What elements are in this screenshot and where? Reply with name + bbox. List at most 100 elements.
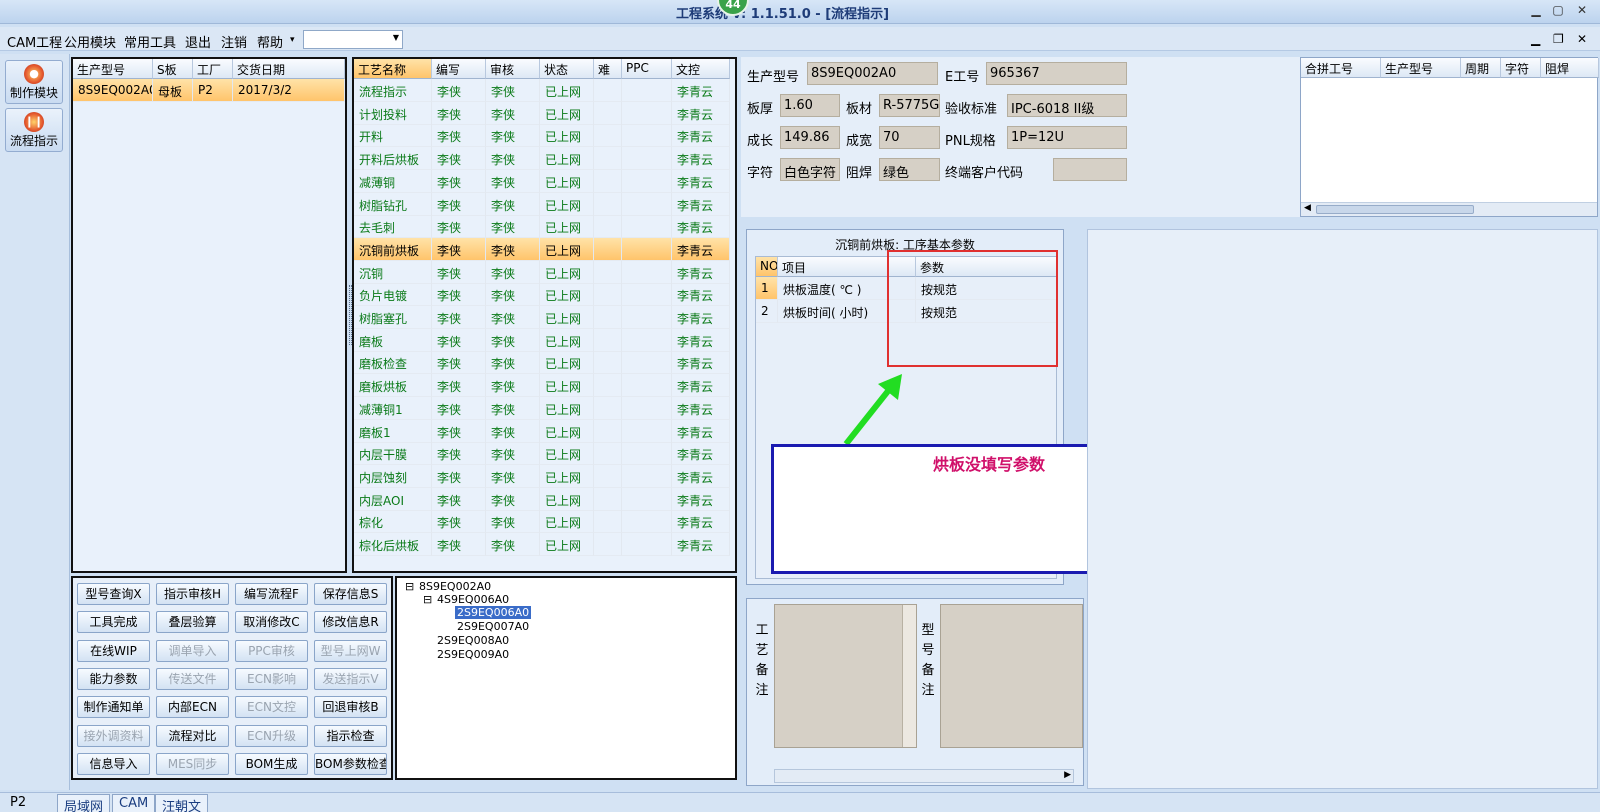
action-button-1-1[interactable]: 叠层验算 [156,611,229,634]
proc-cell-ppc[interactable] [622,101,672,125]
proc-cell-proc-name[interactable]: 沉铜前烘板 [354,237,432,261]
action-button-4-1[interactable]: 内部ECN [156,696,229,719]
action-button-2-0[interactable]: 在线WIP [77,639,150,662]
proc-cell-reviewer[interactable]: 李侠 [486,147,540,171]
proc-cell-reviewer[interactable]: 李侠 [486,351,540,375]
proc-cell-status[interactable]: 已上网 [540,351,594,375]
proc-cell-reviewer[interactable]: 李侠 [486,442,540,466]
proc-cell-status[interactable]: 已上网 [540,533,594,556]
proc-cell-ppc[interactable] [622,169,672,193]
tree-node[interactable]: 2S9EQ007A0 [457,620,529,633]
proc-cell-writer[interactable]: 李侠 [432,419,486,443]
proc-cell-ppc[interactable] [622,215,672,239]
proc-cell-difficulty[interactable] [594,328,622,352]
field-pnl[interactable]: 1P=12U [1007,126,1127,149]
proc-cell-ppc[interactable] [622,328,672,352]
proc-cell-reviewer[interactable]: 李侠 [486,101,540,125]
proc-cell-ppc[interactable] [622,396,672,420]
menu-combo-box[interactable]: ▼ [303,30,403,49]
proc-cell-status[interactable]: 已上网 [540,124,594,148]
proc-cell-doc-control[interactable]: 李青云 [672,192,730,216]
col-header-no[interactable]: NO [756,257,778,277]
menu-overflow-icon[interactable]: ▾ [290,35,295,45]
proc-cell-status[interactable]: 已上网 [540,306,594,329]
action-button-0-3[interactable]: 保存信息S [314,583,387,605]
field-material[interactable]: R-5775G [879,94,940,117]
proc-cell-ppc[interactable] [622,124,672,148]
proc-cell-doc-control[interactable]: 李青云 [672,328,730,352]
proc-cell-proc-name[interactable]: 减薄铜1 [354,396,432,420]
proc-cell-writer[interactable]: 李侠 [432,374,486,398]
tab-lan[interactable]: 局域网 [57,794,111,812]
proc-cell-writer[interactable]: 李侠 [432,510,486,534]
action-button-6-2[interactable]: BOM生成 [235,752,308,775]
field-model[interactable]: 8S9EQ002A0 [807,62,938,85]
col-header-proc-name[interactable]: 工艺名称 [354,59,432,79]
horizontal-scrollbar[interactable]: ◀ [1301,202,1597,216]
proc-cell-difficulty[interactable] [594,79,622,102]
proc-cell-ppc[interactable] [622,487,672,511]
proc-cell-difficulty[interactable] [594,147,622,171]
tab-user[interactable]: 汪朝文 [155,794,209,812]
proc-cell-difficulty[interactable] [594,192,622,216]
action-button-4-2[interactable]: ECN文控 [235,696,308,719]
proc-cell-reviewer[interactable]: 李侠 [486,79,540,102]
proc-cell-writer[interactable]: 李侠 [432,351,486,375]
menu-exit[interactable]: 退出 [185,32,211,51]
proc-cell-writer[interactable]: 李侠 [432,396,486,420]
maximize-icon[interactable]: ▢ [1550,3,1566,17]
proc-cell-ppc[interactable] [622,306,672,329]
proc-cell-reviewer[interactable]: 李侠 [486,306,540,329]
proc-cell-writer[interactable]: 李侠 [432,79,486,102]
job-grid[interactable]: 生产型号 S板 工厂 交货日期 8S9EQ002A0 母板 P2 2017/3/… [71,57,347,573]
proc-cell-writer[interactable]: 李侠 [432,147,486,171]
action-button-5-0[interactable]: 接外调资料 [77,724,150,747]
tree-node[interactable]: 2S9EQ008A0 [437,634,509,647]
scroll-thumb[interactable] [1316,205,1474,214]
proc-cell-status[interactable]: 已上网 [540,510,594,534]
tree-node-selected[interactable]: 2S9EQ006A0 [455,606,532,619]
menu-cam[interactable]: CAM工程 [7,32,62,51]
minimize-icon[interactable]: ▁ [1528,3,1544,17]
menu-logout[interactable]: 注销 [221,32,247,51]
job-cell-model[interactable]: 8S9EQ002A0 [73,79,153,102]
proc-cell-writer[interactable]: 李侠 [432,442,486,466]
menu-help[interactable]: 帮助 [257,32,283,51]
proc-cell-status[interactable]: 已上网 [540,260,594,284]
menu-common-modules[interactable]: 公用模块 [64,32,116,51]
col-header-ppc[interactable]: PPC [622,59,672,79]
proc-cell-status[interactable]: 已上网 [540,237,594,261]
proc-cell-doc-control[interactable]: 李青云 [672,374,730,398]
proc-cell-reviewer[interactable]: 李侠 [486,374,540,398]
proc-cell-proc-name[interactable]: 内层蚀刻 [354,464,432,488]
field-width[interactable]: 70 [879,126,940,149]
proc-cell-ppc[interactable] [622,442,672,466]
action-button-5-2[interactable]: ECN升级 [235,724,308,747]
proc-cell-doc-control[interactable]: 李青云 [672,101,730,125]
tree-node[interactable]: 2S9EQ009A0 [437,648,509,661]
proc-cell-proc-name[interactable]: 树脂塞孔 [354,306,432,329]
proc-cell-doc-control[interactable]: 李青云 [672,237,730,261]
proc-cell-writer[interactable]: 李侠 [432,260,486,284]
proc-cell-proc-name[interactable]: 磨板检查 [354,351,432,375]
proc-cell-writer[interactable]: 李侠 [432,192,486,216]
action-button-6-3[interactable]: BOM参数检查 [314,752,387,775]
proc-cell-writer[interactable]: 李侠 [432,101,486,125]
col-header-merge-cycle[interactable]: 周期 [1461,58,1501,78]
proc-cell-difficulty[interactable] [594,442,622,466]
proc-cell-proc-name[interactable]: 沉铜 [354,260,432,284]
proc-cell-doc-control[interactable]: 李青云 [672,147,730,171]
proc-cell-doc-control[interactable]: 李青云 [672,283,730,307]
proc-cell-reviewer[interactable]: 李侠 [486,464,540,488]
proc-cell-proc-name[interactable]: 开料后烘板 [354,147,432,171]
proc-cell-writer[interactable]: 李侠 [432,283,486,307]
tree-node[interactable]: 8S9EQ002A0 [419,580,491,593]
proc-cell-doc-control[interactable]: 李青云 [672,442,730,466]
proc-cell-difficulty[interactable] [594,464,622,488]
action-button-2-1[interactable]: 调单导入 [156,639,229,662]
proc-cell-status[interactable]: 已上网 [540,283,594,307]
proc-cell-difficulty[interactable] [594,533,622,556]
proc-cell-writer[interactable]: 李侠 [432,464,486,488]
proc-cell-status[interactable]: 已上网 [540,464,594,488]
field-legend[interactable]: 白色字符 [780,158,840,181]
